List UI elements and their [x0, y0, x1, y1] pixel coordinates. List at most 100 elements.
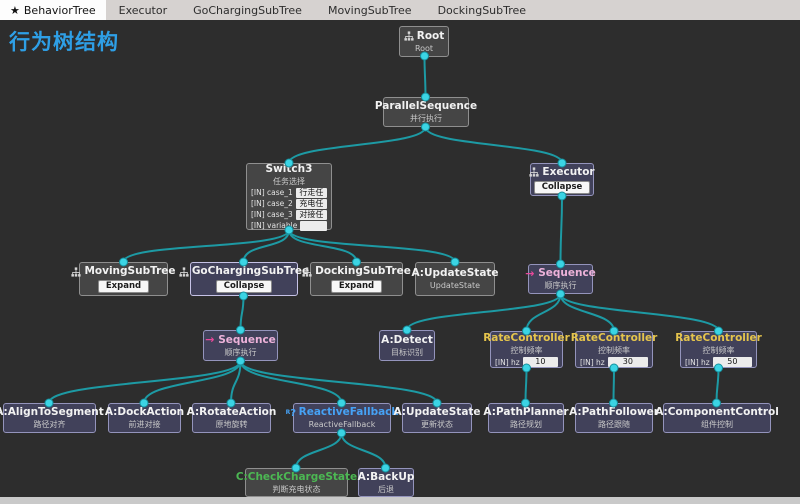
node-subtitle: 顺序执行 [545, 281, 577, 291]
expand-button[interactable]: Expand [331, 280, 382, 293]
node-subtitle: 控制频率 [598, 346, 630, 356]
node-dock-action[interactable]: A:DockAction 前进对接 [108, 403, 181, 433]
node-update-state-bottom[interactable]: A:UpdateState 更新状态 [402, 403, 472, 433]
node-rate-controller-3[interactable]: RateController 控制频率 [IN] hz 50 [680, 331, 757, 368]
node-title: Root [417, 30, 445, 43]
edge [342, 433, 386, 468]
node-switch3[interactable]: Switch3 任务选择 [IN] case_1 行走任务 [IN] case_… [246, 163, 332, 230]
node-subtitle: 控制频率 [703, 346, 735, 356]
sequence-arrow-icon: → [525, 269, 535, 279]
tab-gochargingsubtree[interactable]: GoChargingSubTree [180, 0, 315, 20]
node-title: A:PathFollower [569, 406, 659, 419]
node-rotate-action[interactable]: A:RotateAction 原地旋转 [192, 403, 271, 433]
port-value-input[interactable]: 对接任务 [296, 210, 327, 220]
node-title: Sequence [218, 334, 276, 347]
node-title: A:Detect [381, 334, 433, 347]
edge [144, 361, 241, 403]
tab-dockingsubtree[interactable]: DockingSubTree [425, 0, 539, 20]
node-update-state-top[interactable]: A:UpdateState UpdateState [415, 262, 495, 296]
node-title: A:DockAction [105, 406, 184, 419]
port-value-input[interactable] [300, 221, 327, 231]
collapse-button[interactable]: Collapse [534, 181, 591, 194]
subtree-icon [404, 31, 414, 41]
node-title: C:CheckChargeState [236, 471, 357, 484]
node-component-control[interactable]: A:ComponentControl 组件控制 [663, 403, 771, 433]
subtree-icon [71, 267, 81, 277]
node-subtitle: 控制频率 [511, 346, 543, 356]
node-rate-controller-1[interactable]: RateController 控制频率 [IN] hz 10 [490, 331, 563, 368]
node-title: A:PathPlanner [483, 406, 568, 419]
node-subtitle: Root [415, 44, 433, 54]
node-subtitle: 判断充电状态 [273, 485, 321, 495]
port-label: [IN] case_2 [251, 199, 293, 208]
port-label: [IN] hz [580, 358, 605, 367]
edge [289, 230, 357, 262]
port-label: [IN] variable [251, 221, 297, 230]
node-moving-subtree[interactable]: MovingSubTree Expand [79, 262, 168, 296]
node-subtitle: 组件控制 [701, 420, 733, 430]
node-path-planner[interactable]: A:PathPlanner 路径规划 [488, 403, 564, 433]
edge [296, 433, 342, 468]
tab-label: DockingSubTree [438, 4, 526, 17]
tab-label: BehaviorTree [24, 4, 96, 17]
edge [241, 361, 342, 403]
tab-label: Executor [119, 4, 167, 17]
node-title: A:UpdateState [393, 406, 480, 419]
hz-value-input[interactable]: 10 [523, 357, 558, 367]
node-root[interactable]: Root Root [399, 26, 449, 57]
tab-movingsubtree[interactable]: MovingSubTree [315, 0, 425, 20]
edge [289, 127, 426, 163]
node-subtitle: 后退 [378, 485, 394, 495]
subtree-icon [179, 267, 189, 277]
node-sequence-left[interactable]: → Sequence 顺序执行 [203, 330, 278, 361]
graph-canvas[interactable]: 行为树结构 Root Root ParallelSequence 并行执行 [0, 20, 800, 497]
node-subtitle: 目标识别 [391, 348, 423, 358]
node-title: RateController [483, 332, 570, 345]
port-label: [IN] case_3 [251, 210, 293, 219]
node-path-follower[interactable]: A:PathFollower 路径跟随 [575, 403, 653, 433]
question-icon: R? [286, 408, 296, 418]
node-subtitle: 路径跟随 [598, 420, 630, 430]
node-title: Sequence [538, 267, 596, 280]
edge [289, 230, 455, 262]
port-value-input[interactable]: 行走任务 [296, 188, 327, 198]
edge [49, 361, 241, 403]
node-sequence-right[interactable]: → Sequence 顺序执行 [528, 264, 593, 294]
tab-bar: ★ BehaviorTree Executor GoChargingSubTre… [0, 0, 800, 20]
node-title: ReactiveFallback [299, 406, 399, 419]
tab-behaviortree[interactable]: ★ BehaviorTree [0, 0, 106, 20]
node-parallel-sequence[interactable]: ParallelSequence 并行执行 [383, 97, 469, 127]
node-executor[interactable]: Executor Collapse [530, 163, 594, 196]
node-subtitle: 前进对接 [129, 420, 161, 430]
tab-executor[interactable]: Executor [106, 0, 180, 20]
expand-button[interactable]: Expand [98, 280, 149, 293]
node-go-charging-subtree[interactable]: GoChargingSubTree Collapse [190, 262, 298, 296]
node-title: A:RotateAction [187, 406, 277, 419]
edge [425, 56, 426, 97]
node-reactive-fallback[interactable]: R? ReactiveFallback ReactiveFallback [293, 403, 391, 433]
star-icon: ★ [10, 5, 20, 16]
hz-value-input[interactable]: 30 [608, 357, 648, 367]
node-rate-controller-2[interactable]: RateController 控制频率 [IN] hz 30 [575, 331, 653, 368]
node-subtitle: 顺序执行 [225, 348, 257, 358]
node-detect[interactable]: A:Detect 目标识别 [379, 330, 435, 361]
node-check-charge-state[interactable]: C:CheckChargeState 判断充电状态 [245, 468, 348, 497]
port-value-input[interactable]: 充电任务 [296, 199, 327, 209]
subtree-icon [529, 167, 539, 177]
node-align-to-segment[interactable]: A:AlignToSegment 路径对齐 [3, 403, 96, 433]
hz-value-input[interactable]: 50 [713, 357, 752, 367]
horizontal-scrollbar[interactable] [0, 497, 800, 504]
node-subtitle: 更新状态 [421, 420, 453, 430]
edge [561, 294, 615, 331]
node-docking-subtree[interactable]: DockingSubTree Expand [310, 262, 403, 296]
port-label: [IN] case_1 [251, 188, 293, 197]
node-back-up[interactable]: A:BackUp 后退 [358, 468, 414, 497]
edge [426, 127, 563, 163]
node-title: Executor [542, 166, 594, 179]
subtree-icon [302, 267, 312, 277]
node-title: RateController [571, 332, 658, 345]
node-title: ParallelSequence [375, 100, 477, 113]
collapse-button[interactable]: Collapse [216, 280, 273, 293]
node-title: Switch3 [266, 163, 313, 176]
node-subtitle: 任务选择 [273, 177, 305, 187]
